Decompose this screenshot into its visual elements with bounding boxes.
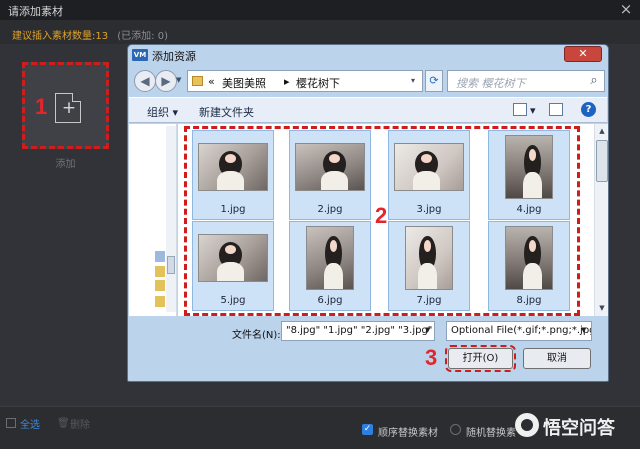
filename-label: 文件名(N): [232,330,281,341]
file-type-dropdown-icon[interactable]: ▼ [581,326,589,336]
filename-dropdown-icon[interactable]: ▼ [425,326,433,336]
hint-count: 建议插入素材数量:13 [12,31,109,42]
help-icon[interactable]: ? [581,102,596,117]
scroll-down-icon[interactable]: ▼ [596,302,608,314]
watermark-text: 悟空问答 [543,418,615,439]
plus-icon: + [61,98,77,118]
network-icon [155,251,165,262]
trash-icon: 🗑 [57,418,70,429]
open-button[interactable]: 打开(O) [445,345,516,372]
scroll-thumb[interactable] [596,140,608,182]
dialog-title: 添加资源 [152,50,196,63]
address-dropdown-icon[interactable]: ▾ [408,76,418,86]
view-mode-icon[interactable] [513,103,527,116]
folder-icon [155,266,165,277]
app-icon: VM [132,49,148,61]
breadcrumb-segment-1[interactable]: 美图美照 [222,75,266,91]
file-list-scrollbar[interactable]: ▲ ▼ [594,124,608,316]
add-file-icon: + [55,93,81,123]
preview-pane-icon[interactable] [549,103,563,116]
cancel-button[interactable]: 取消 [523,348,591,369]
hint-added: (已添加: 0) [117,31,168,42]
sequential-replace-label: 顺序替换素材 [378,428,438,439]
outer-title: 请添加素材 [8,5,63,18]
back-button[interactable]: ◀ [134,70,156,92]
outer-title-bar: 请添加素材 [0,0,640,20]
view-mode-dropdown-icon[interactable]: ▾ [530,104,536,117]
search-placeholder: 搜索 樱花树下 [456,77,526,90]
select-all-label[interactable]: 全选 [20,416,40,431]
delete-button[interactable]: 删除 [70,416,90,431]
organize-menu[interactable]: 组织 ▾ [147,104,178,120]
folder-icon [155,296,165,307]
address-bar[interactable]: « 美图美照 ▸ 樱花树下 ▾ [187,70,423,92]
add-label: 添加 [55,159,76,170]
scroll-up-icon[interactable]: ▲ [596,125,608,137]
dialog-close-button[interactable]: ✕ [564,46,602,62]
navigation-scrollbar[interactable] [166,126,176,312]
file-type-select[interactable]: Optional File(*.gif;*.png;*.jpg [446,321,592,341]
file-dialog: VM 添加资源 ✕ ◀ ▶ ▼ « 美图美照 ▸ 樱花树下 ▾ ⟳ 搜索 樱花树… [127,44,609,382]
annotation-badge-2: 2 [375,203,388,228]
history-dropdown-icon[interactable]: ▼ [176,76,186,86]
hint-row: 建议插入素材数量:13 (已添加: 0) [12,27,168,42]
navigation-scroll-thumb[interactable] [167,256,175,274]
watermark-logo: 悟空问答 [515,410,635,440]
dialog-toolbar: 组织 ▾ 新建文件夹 ▾ ? [129,97,607,123]
wukong-logo-icon [515,413,539,437]
random-replace-radio[interactable] [450,424,461,435]
select-all-checkbox[interactable] [6,418,16,428]
breadcrumb-segment-2[interactable]: 樱花树下 [296,75,340,91]
breadcrumb-chevrons[interactable]: « [208,75,215,88]
outer-close-icon[interactable]: × [618,0,634,20]
random-replace-label: 随机替换素 [466,428,516,439]
search-input[interactable]: 搜索 樱花树下 ⌕ [447,70,605,92]
new-folder-button[interactable]: 新建文件夹 [199,104,254,120]
forward-button[interactable]: ▶ [155,70,177,92]
search-icon[interactable]: ⌕ [587,74,601,88]
annotation-badge-1: 1 [35,94,48,119]
folder-icon [192,76,203,86]
sequential-replace-checkbox[interactable]: ✓ [362,424,373,435]
folder-icon [155,280,165,291]
navigation-pane[interactable] [129,124,177,316]
breadcrumb-separator[interactable]: ▸ [284,75,290,88]
filename-input[interactable]: "8.jpg" "1.jpg" "2.jpg" "3.jpg" " [281,321,435,341]
refresh-icon[interactable]: ⟳ [425,70,443,92]
annotation-badge-3: 3 [425,345,438,370]
